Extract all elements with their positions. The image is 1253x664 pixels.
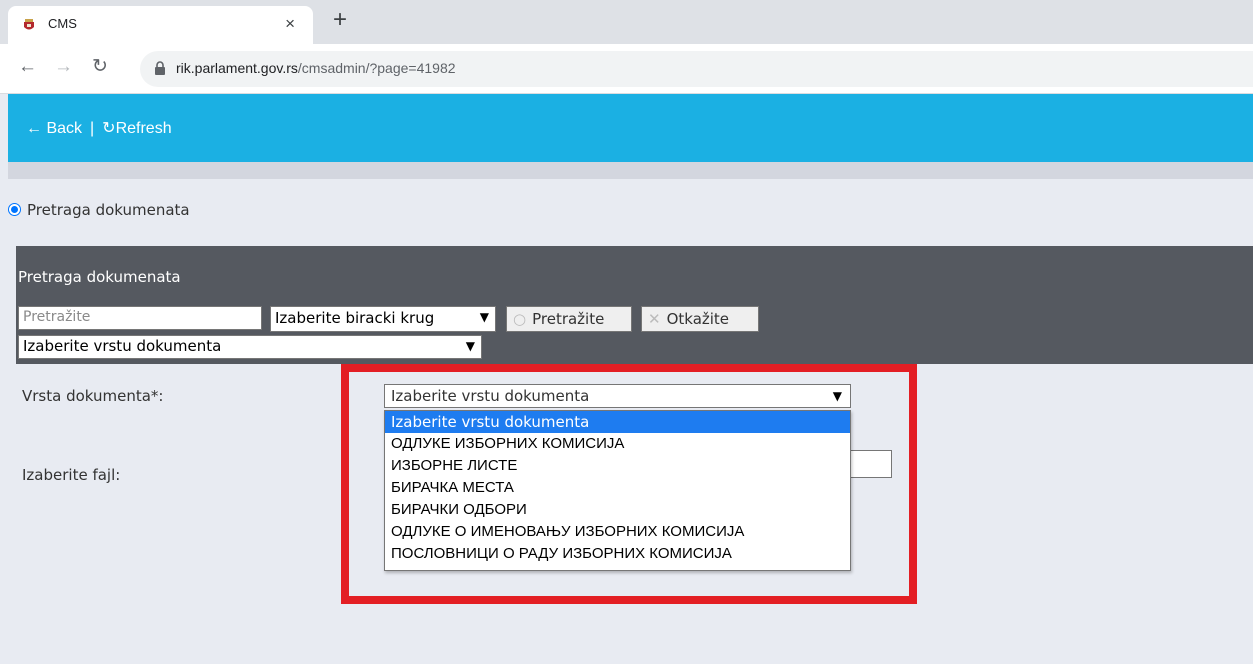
doctype-label: Vrsta dokumenta*:	[22, 387, 164, 405]
chevron-down-icon: ▼	[465, 339, 475, 353]
doctype-option[interactable]: БИРАЧКА МЕСТА	[385, 477, 850, 499]
district-select[interactable]: Izaberite biracki krug ▼	[270, 306, 496, 332]
header-divider	[8, 162, 1253, 179]
search-icon: ○	[513, 310, 527, 328]
doctype-filter-value: Izaberite vrstu dokumenta	[23, 337, 222, 355]
search-button-label: Pretražite	[532, 310, 605, 328]
browser-tab[interactable]: CMS ×	[8, 6, 313, 44]
reload-icon[interactable]: ↻	[92, 56, 108, 78]
doctype-option[interactable]: ИЗБОРНЕ ЛИСТЕ	[385, 455, 850, 477]
radio-label: Pretraga dokumenata	[27, 201, 190, 219]
forward-arrow-icon[interactable]: →	[54, 56, 73, 78]
back-arrow-icon[interactable]: ←	[18, 56, 37, 78]
cancel-button-label: Otkažite	[666, 310, 730, 328]
doctype-select[interactable]: Izaberite vrstu dokumenta ▼	[384, 384, 851, 408]
search-panel-title: Pretraga dokumenata	[18, 268, 181, 286]
url-path: /cmsadmin/?page=41982	[297, 60, 456, 76]
file-input[interactable]	[846, 450, 892, 478]
lock-icon	[155, 61, 165, 75]
search-mode-radio[interactable]: Pretraga dokumenata	[8, 201, 190, 219]
refresh-label: Refresh	[115, 120, 172, 137]
file-label: Izaberite fajl:	[22, 466, 121, 484]
district-select-value: Izaberite biracki krug	[275, 309, 435, 327]
search-input[interactable]: Pretražite	[18, 306, 262, 330]
doctype-option[interactable]: ПОСЛОВНИЦИ О РАДУ ИЗБОРНИХ КОМИСИЈА	[385, 543, 850, 565]
url-host: rik.parlament.gov.rs	[176, 60, 298, 76]
browser-toolbar: ← → ↻ rik.parlament.gov.rs/cmsadmin/?pag…	[0, 44, 1253, 94]
doctype-option[interactable]: ОДЛУКЕ О ИМЕНОВАЊУ ИЗБОРНИХ КОМИСИЈА	[385, 521, 850, 543]
doctype-options-list: Izaberite vrstu dokumenta ОДЛУКЕ ИЗБОРНИ…	[384, 410, 851, 571]
close-icon: ✕	[648, 310, 661, 328]
tab-title: CMS	[48, 16, 77, 31]
app-header: ← Back | ↻Refresh	[8, 94, 1253, 162]
search-button[interactable]: ○ Pretražite	[506, 306, 632, 332]
doctype-option[interactable]: Izaberite vrstu dokumenta	[385, 411, 850, 433]
tab-close-icon[interactable]: ×	[285, 14, 295, 34]
doctype-option[interactable]: БИРАЧКИ ОДБОРИ	[385, 499, 850, 521]
refresh-icon: ↻	[102, 120, 116, 137]
refresh-link[interactable]: ↻Refresh	[102, 120, 171, 137]
search-panel: Pretraga dokumenata Pretražite Izaberite…	[16, 246, 1253, 364]
radio-button-checked[interactable]	[8, 203, 21, 216]
coat-of-arms-icon	[24, 19, 34, 30]
url-text: rik.parlament.gov.rs/cmsadmin/?page=4198…	[176, 60, 456, 76]
doctype-option[interactable]: ОДЛУКЕ ИЗБОРНИХ КОМИСИЈА	[385, 433, 850, 455]
browser-tab-bar: CMS × +	[0, 0, 1253, 44]
doctype-filter-select[interactable]: Izaberite vrstu dokumenta ▼	[18, 335, 482, 359]
cancel-button[interactable]: ✕ Otkažite	[641, 306, 759, 332]
doctype-select-value: Izaberite vrstu dokumenta	[391, 387, 590, 405]
new-tab-button[interactable]: +	[333, 8, 347, 32]
back-link[interactable]: ← Back	[26, 120, 82, 137]
chevron-down-icon: ▼	[479, 310, 489, 324]
header-links: ← Back | ↻Refresh	[26, 118, 172, 138]
chevron-down-icon: ▼	[832, 389, 842, 403]
link-separator: |	[90, 120, 95, 137]
address-bar[interactable]: rik.parlament.gov.rs/cmsadmin/?page=4198…	[140, 51, 1253, 87]
